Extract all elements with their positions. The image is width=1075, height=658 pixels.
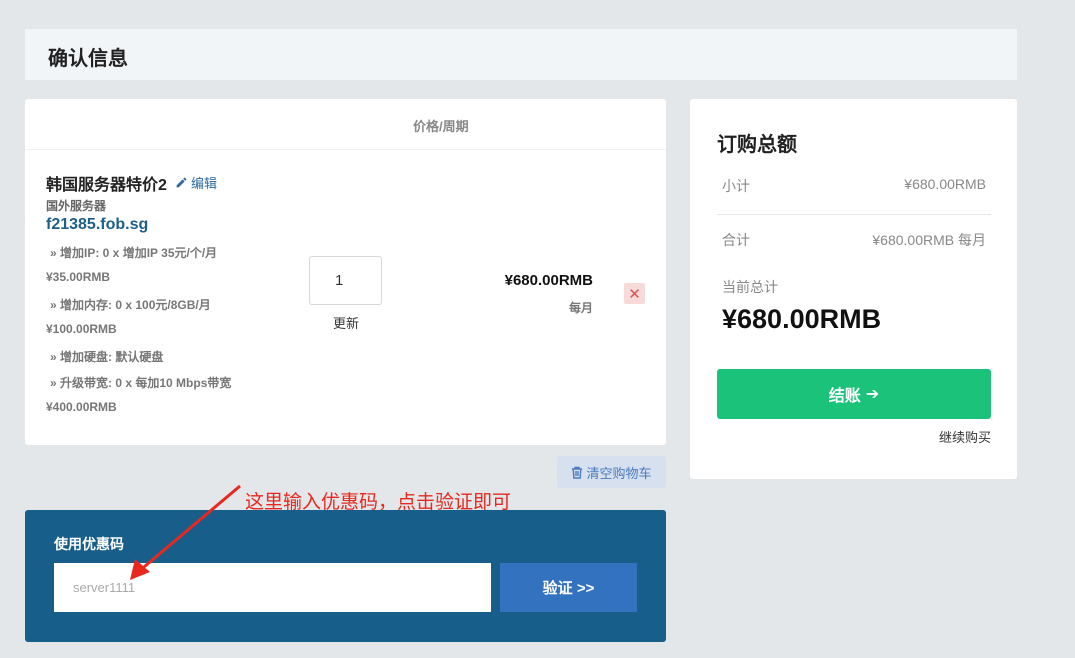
- edit-product-link[interactable]: 编辑: [175, 173, 217, 192]
- option-ip: » 增加IP: 0 x 增加IP 35元/个/月: [50, 246, 218, 260]
- option-memory-price: ¥100.00RMB: [46, 322, 117, 336]
- continue-shopping-link[interactable]: 继续购买: [939, 427, 991, 446]
- update-quantity-link[interactable]: 更新: [333, 313, 359, 332]
- order-summary-panel: 订购总额 小计 ¥680.00RMB 合计 ¥680.00RMB 每月 当前总计…: [690, 99, 1017, 479]
- clear-cart-button[interactable]: 清空购物车: [557, 456, 666, 488]
- checkout-label: 结账: [828, 388, 861, 405]
- option-memory: » 增加内存: 0 x 100元/8GB/月: [50, 298, 211, 312]
- total-row: 合计 ¥680.00RMB 每月: [722, 230, 986, 250]
- page-header: 确认信息: [25, 29, 1017, 80]
- arrow-right-icon: ➔: [865, 386, 880, 403]
- summary-title: 订购总额: [717, 134, 797, 156]
- option-bandwidth-price: ¥400.00RMB: [46, 400, 117, 414]
- option-ip-price: ¥35.00RMB: [46, 270, 111, 284]
- current-total-amount: ¥680.00RMB: [722, 304, 882, 334]
- verify-promo-button[interactable]: 验证 >>: [500, 563, 637, 612]
- product-name: 韩国服务器特价2: [46, 177, 167, 194]
- promo-title: 使用优惠码: [54, 536, 124, 552]
- subtotal-label: 小计: [722, 178, 750, 194]
- trash-icon: [572, 466, 583, 479]
- total-label: 合计: [722, 232, 750, 248]
- pencil-icon: [176, 177, 187, 188]
- promo-code-panel: 使用优惠码 验证 >>: [25, 510, 666, 642]
- quantity-input[interactable]: [309, 256, 382, 305]
- product-domain: f21385.fob.sg: [46, 216, 149, 233]
- option-disk: » 增加硬盘: 默认硬盘: [50, 350, 164, 364]
- edit-label: 编辑: [191, 176, 218, 191]
- close-icon: ✕: [628, 285, 641, 303]
- checkout-button[interactable]: 结账 ➔: [717, 369, 991, 419]
- subtotal-value: ¥680.00RMB: [904, 176, 986, 192]
- item-price: ¥680.00RMB: [504, 272, 593, 289]
- subtotal-row: 小计 ¥680.00RMB: [722, 176, 986, 196]
- promo-code-input[interactable]: [54, 563, 491, 612]
- clear-cart-label: 清空购物车: [586, 465, 652, 481]
- remove-item-button[interactable]: ✕: [624, 283, 645, 304]
- option-bandwidth: » 升级带宽: 0 x 每加10 Mbps带宽: [50, 376, 232, 390]
- cart-panel: 价格/周期 韩国服务器特价2 编辑 国外服务器 f21385.fob.sg » …: [25, 99, 666, 445]
- cart-table-header: 价格/周期: [25, 99, 666, 150]
- annotation-text: 这里输入优惠码，点击验证即可: [245, 492, 512, 513]
- current-total-label: 当前总计: [722, 279, 778, 295]
- summary-divider: [717, 214, 991, 215]
- total-value: ¥680.00RMB 每月: [872, 232, 986, 248]
- product-group: 国外服务器: [46, 199, 107, 213]
- price-cycle-column-header: 价格/周期: [413, 119, 469, 134]
- item-billing-cycle: 每月: [568, 301, 593, 315]
- page-title: 确认信息: [48, 48, 128, 70]
